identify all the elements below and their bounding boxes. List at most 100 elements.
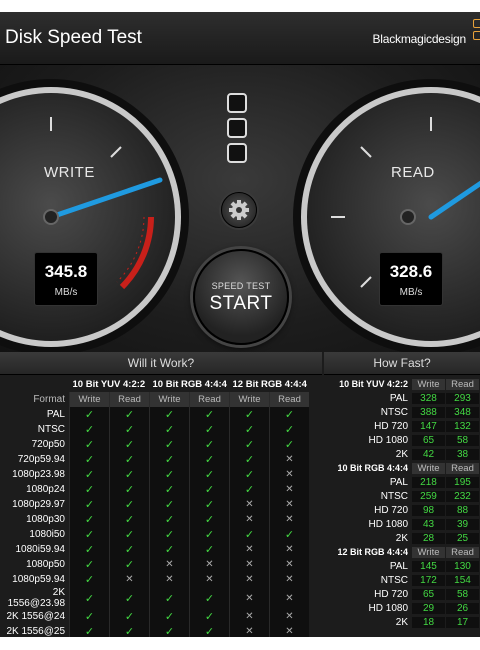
- write-speed-value: 345.8: [44, 262, 88, 281]
- read-gauge: [293, 79, 480, 352]
- cross-icon: ✕: [269, 572, 309, 587]
- app-title: Disk Speed Test: [5, 27, 142, 48]
- cross-icon: ✕: [229, 609, 270, 624]
- cross-icon: ✕: [269, 512, 309, 527]
- format-label: 1080p50: [26, 559, 65, 570]
- check-icon: ✓: [69, 609, 110, 624]
- indicator-icon: [227, 118, 247, 138]
- format-label: HD 1080: [368, 602, 408, 614]
- write-fps-value: 172: [412, 574, 445, 586]
- format-label: 1080p59.94: [12, 574, 65, 585]
- check-icon: ✓: [109, 497, 150, 512]
- check-icon: ✓: [229, 482, 270, 497]
- check-icon: ✓: [149, 624, 190, 637]
- how-fast-group-header: 12 Bit RGB 4:4:4 Write Read: [326, 545, 480, 559]
- check-icon: ✓: [109, 482, 150, 497]
- check-icon: ✓: [109, 437, 150, 452]
- cross-icon: ✕: [149, 572, 190, 587]
- group-title: 12 Bit RGB 4:4:4: [337, 547, 408, 557]
- write-gauge-label: WRITE: [44, 164, 95, 181]
- start-button[interactable]: SPEED TEST START: [193, 249, 289, 345]
- check-icon: ✓: [69, 437, 110, 452]
- read-fps-value: 58: [446, 588, 479, 600]
- group-header: 10 Bit YUV 4:2:2: [72, 379, 146, 390]
- check-icon: ✓: [189, 452, 230, 467]
- group-header: 12 Bit RGB 4:4:4: [232, 379, 307, 390]
- read-fps-value: 293: [446, 392, 479, 404]
- title-bar: Disk Speed Test Blackmagicdesign: [0, 12, 480, 65]
- sub-header-row: Format Write Read Write Read Write Read: [0, 392, 309, 407]
- write-fps-value: 65: [412, 588, 445, 600]
- format-label: 2K 1556@23.98: [7, 587, 65, 609]
- app-window: Disk Speed Test Blackmagicdesign WRITE 3…: [0, 12, 480, 637]
- table-row: NTSC 172 154: [326, 573, 480, 587]
- format-column-header: Format: [33, 394, 65, 405]
- read-fps-value: 232: [446, 490, 479, 502]
- format-label: 1080p30: [26, 514, 65, 525]
- write-fps-value: 43: [412, 518, 445, 530]
- check-icon: ✓: [69, 587, 110, 609]
- format-label: 720p50: [31, 439, 65, 450]
- format-label: 1080p24: [26, 484, 65, 495]
- write-fps-value: 218: [412, 476, 445, 488]
- cross-icon: ✕: [269, 587, 309, 609]
- gauge-area: WRITE 345.8 MB/s READ 328.6 MB/s SPEED T…: [0, 65, 480, 352]
- column-header: Read: [269, 392, 309, 407]
- check-icon: ✓: [189, 467, 230, 482]
- table-row: NTSC ✓ ✓ ✓ ✓ ✓ ✓: [0, 422, 309, 437]
- check-icon: ✓: [69, 482, 110, 497]
- table-row: HD 720 147 132: [326, 419, 480, 433]
- table-row: 1080p50 ✓ ✓ ✕ ✕ ✕ ✕: [0, 557, 309, 572]
- table-row: 1080p59.94 ✓ ✕ ✕ ✕ ✕ ✕: [0, 572, 309, 587]
- format-label: NTSC: [380, 406, 408, 418]
- write-fps-value: 328: [412, 392, 445, 404]
- table-row: 2K 28 25: [326, 531, 480, 545]
- check-icon: ✓: [149, 452, 190, 467]
- read-speed-unit: MB/s: [399, 287, 423, 298]
- column-header: Read: [109, 392, 150, 407]
- cross-icon: ✕: [269, 452, 309, 467]
- results-area: Will it Work? How Fast? 10 Bit YUV 4:2:2…: [0, 352, 480, 637]
- check-icon: ✓: [109, 407, 150, 422]
- check-icon: ✓: [149, 512, 190, 527]
- format-label: 2K 1556@25: [6, 626, 65, 637]
- format-label: HD 720: [374, 588, 408, 600]
- write-readout: 345.8 MB/s: [34, 252, 98, 306]
- write-column-header: Write: [412, 546, 445, 558]
- how-fast-title: How Fast?: [324, 352, 480, 375]
- check-icon: ✓: [149, 497, 190, 512]
- write-fps-value: 42: [412, 448, 445, 460]
- format-label: 1080p23.98: [12, 469, 65, 480]
- check-icon: ✓: [189, 422, 230, 437]
- indicator-icon: [227, 93, 247, 113]
- check-icon: ✓: [269, 422, 309, 437]
- table-row: 2K 1556@24 ✓ ✓ ✓ ✓ ✕ ✕: [0, 609, 309, 624]
- check-icon: ✓: [69, 452, 110, 467]
- column-header: Write: [69, 392, 110, 407]
- cross-icon: ✕: [149, 557, 190, 572]
- will-it-work-table: 10 Bit YUV 4:2:2 10 Bit RGB 4:4:4 12 Bit R…: [0, 377, 309, 637]
- format-label: NTSC: [37, 424, 65, 435]
- check-icon: ✓: [109, 609, 150, 624]
- check-icon: ✓: [149, 482, 190, 497]
- check-icon: ✓: [189, 609, 230, 624]
- table-row: 1080p23.98 ✓ ✓ ✓ ✓ ✓ ✕: [0, 467, 309, 482]
- write-gauge: [0, 79, 189, 352]
- how-fast-group-header: 10 Bit YUV 4:2:2 Write Read: [326, 377, 480, 391]
- cross-icon: ✕: [229, 512, 270, 527]
- check-icon: ✓: [69, 497, 110, 512]
- format-label: PAL: [389, 392, 408, 404]
- format-label: 2K: [395, 616, 408, 628]
- table-row: NTSC 259 232: [326, 489, 480, 503]
- check-icon: ✓: [69, 407, 110, 422]
- settings-button[interactable]: [221, 192, 257, 228]
- read-fps-value: 130: [446, 560, 479, 572]
- start-button-label: START: [209, 293, 273, 314]
- will-it-work-title: Will it Work?: [0, 352, 322, 375]
- format-label: PAL: [389, 476, 408, 488]
- check-icon: ✓: [69, 467, 110, 482]
- check-icon: ✓: [269, 437, 309, 452]
- write-fps-value: 65: [412, 434, 445, 446]
- table-row: HD 720 98 88: [326, 503, 480, 517]
- table-row: PAL 218 195: [326, 475, 480, 489]
